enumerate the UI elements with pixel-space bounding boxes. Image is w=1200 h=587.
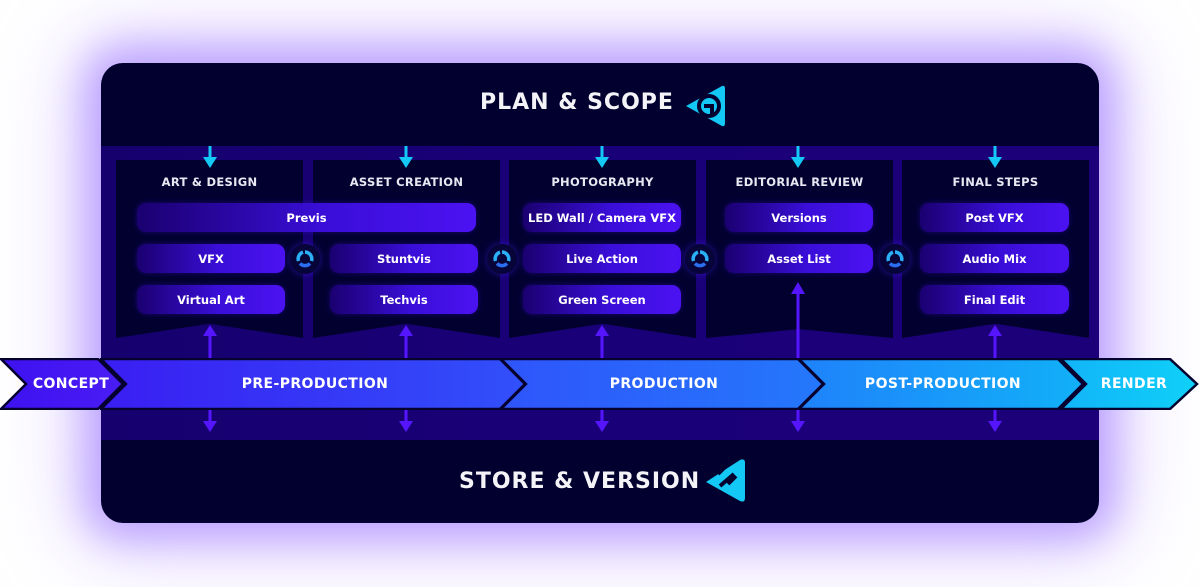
cycle-arrows-icon [290, 244, 320, 274]
stage-label: PRODUCTION [609, 376, 719, 392]
play-triangle-logo-icon [686, 85, 725, 127]
arrow-down-icon [988, 410, 1002, 432]
stage-label: POST-PRODUCTION [864, 376, 1022, 392]
arrow-up-icon [203, 325, 217, 359]
column-title: EDITORIAL REVIEW [735, 175, 864, 189]
h-triangle-logo-icon [706, 459, 745, 502]
stage-production[interactable]: PRODUCTION [500, 358, 828, 410]
arrow-down-icon [399, 146, 413, 168]
column-title: PHOTOGRAPHY [551, 175, 654, 189]
pill-post-vfx[interactable]: Post VFX [920, 203, 1069, 232]
arrow-down-icon [203, 410, 217, 432]
pill-stuntvis[interactable]: Stuntvis [330, 244, 478, 273]
store-version-title: STORE & VERSION [459, 469, 701, 494]
pill-vfx[interactable]: VFX [137, 244, 285, 273]
pill-asset-list[interactable]: Asset List [725, 244, 873, 273]
arrow-up-icon [399, 325, 413, 359]
stage-pre-production[interactable]: PRE-PRODUCTION [100, 358, 530, 410]
cycle-arrows-icon [685, 244, 715, 274]
arrow-down-icon [399, 410, 413, 432]
arrow-down-icon [595, 410, 609, 432]
pill-led-wall[interactable]: LED Wall / Camera VFX [523, 203, 681, 232]
arrow-down-icon [988, 146, 1002, 168]
column-title: ART & DESIGN [161, 175, 258, 189]
stage-render[interactable]: RENDER [1060, 358, 1200, 410]
pill-live-action[interactable]: Live Action [523, 244, 681, 273]
arrow-down-icon [791, 146, 805, 168]
arrow-up-icon [988, 325, 1002, 359]
arrow-up-icon [595, 325, 609, 359]
column-title: ASSET CREATION [349, 175, 464, 189]
pill-green-screen[interactable]: Green Screen [523, 285, 681, 314]
stage-label: PRE-PRODUCTION [241, 376, 389, 392]
plan-scope-title: PLAN & SCOPE [480, 90, 674, 115]
stage-label: RENDER [1100, 376, 1168, 392]
pill-virtual-art[interactable]: Virtual Art [137, 285, 285, 314]
pill-techvis[interactable]: Techvis [330, 285, 478, 314]
column-title: FINAL STEPS [952, 175, 1039, 189]
cycle-arrows-icon [880, 244, 910, 274]
stage-post-production[interactable]: POST-PRODUCTION [798, 358, 1088, 410]
cycle-arrows-icon [487, 244, 517, 274]
arrow-down-icon [595, 146, 609, 168]
pill-audio-mix[interactable]: Audio Mix [920, 244, 1069, 273]
arrow-up-icon [791, 282, 805, 359]
arrow-down-icon [791, 410, 805, 432]
arrow-down-icon [203, 146, 217, 168]
stage-label: CONCEPT [32, 376, 110, 392]
pill-versions[interactable]: Versions [725, 203, 873, 232]
pill-previs[interactable]: Previs [137, 203, 476, 232]
pill-final-edit[interactable]: Final Edit [920, 285, 1069, 314]
